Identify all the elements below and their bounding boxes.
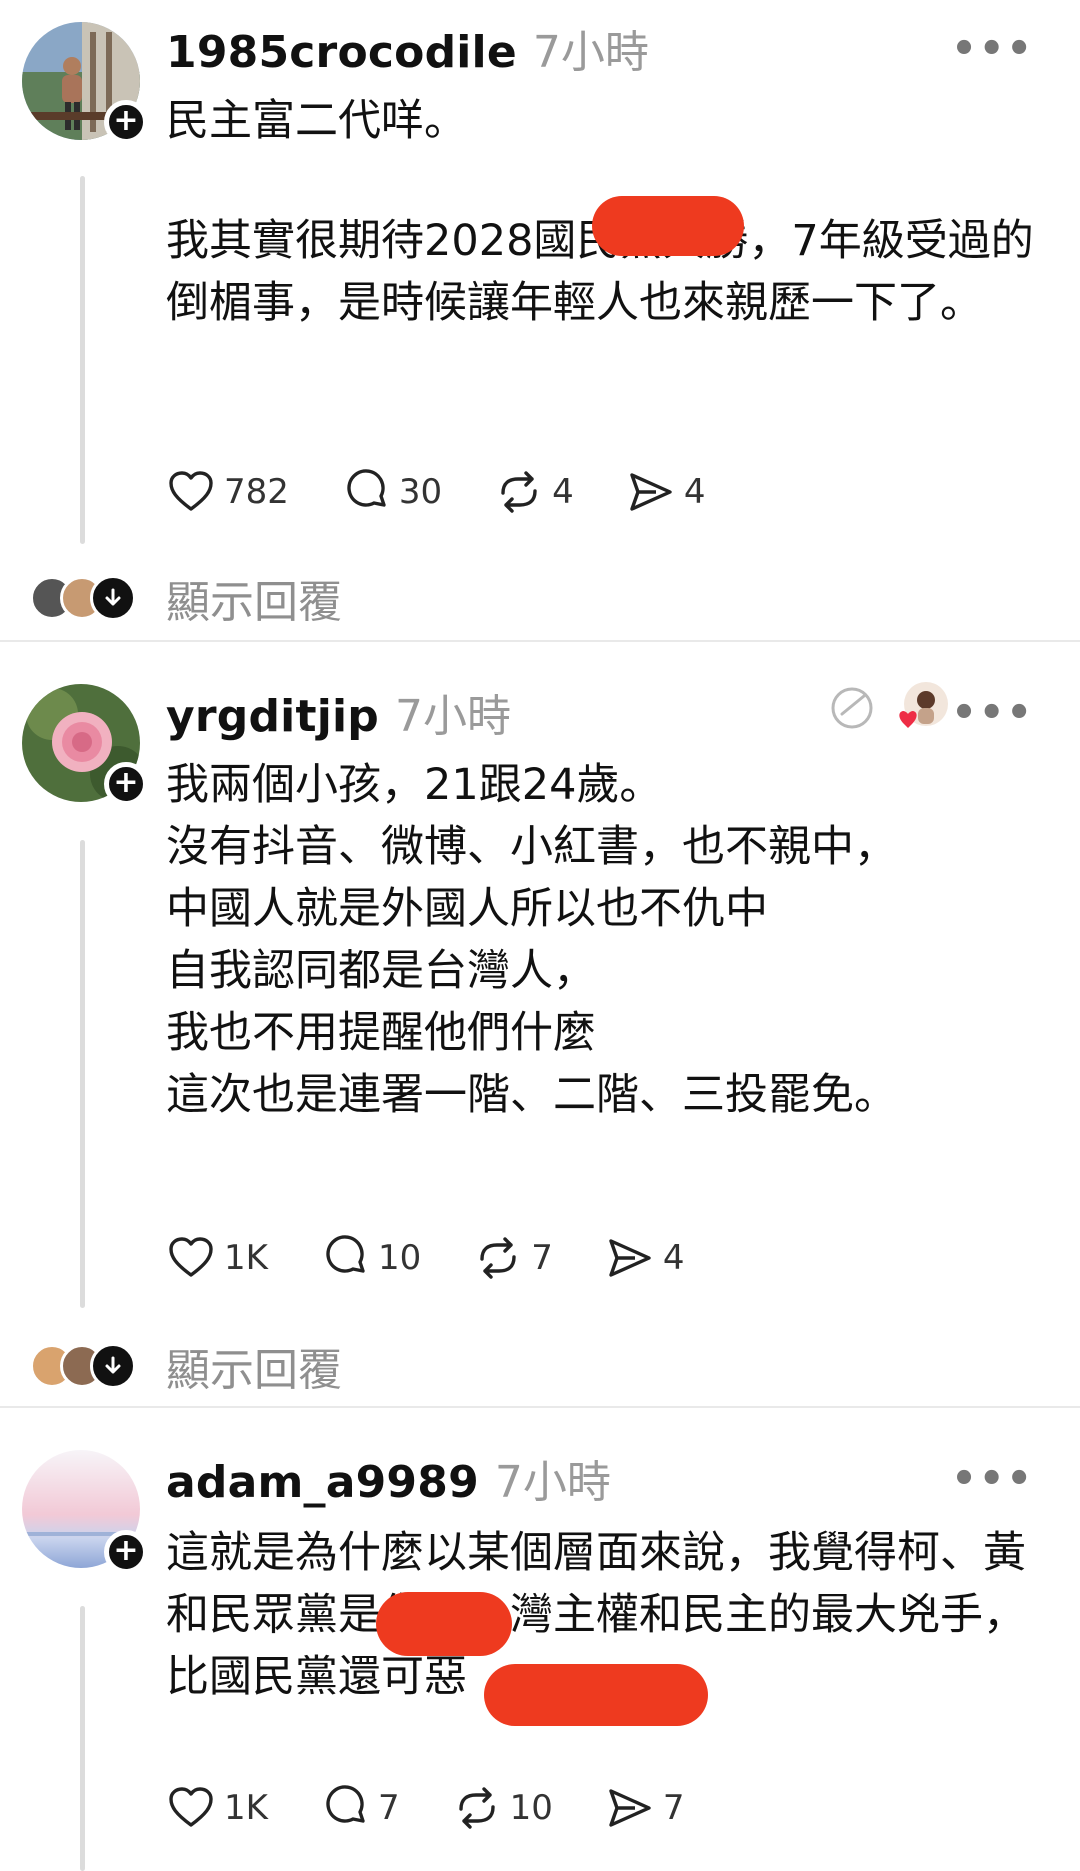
action-bar: 1K 7 10 7 [166,1778,736,1838]
liker-avatar-icon [894,680,950,740]
heart-icon [169,1787,213,1827]
share-count: 4 [683,472,706,512]
comment-count: 30 [398,472,443,512]
more-icon[interactable]: ••• [951,1456,1034,1502]
more-icon[interactable]: ••• [951,690,1034,736]
divider [0,640,1080,642]
thread-line [80,176,85,544]
show-replies-row[interactable]: 顯示回覆 [30,1334,342,1398]
comment-button[interactable]: 30 [341,467,442,517]
repost-icon [458,1787,495,1829]
share-button[interactable]: 4 [626,467,706,517]
follow-plus-icon[interactable]: + [104,762,148,806]
thread-line [80,1606,85,1871]
post-header: adam_a9989 7小時 [166,1446,611,1508]
post-line: 中國人就是外國人所以也不仇中 [166,884,768,934]
follow-plus-icon[interactable]: + [104,1530,148,1574]
action-bar: 1K 10 7 4 [166,1228,736,1288]
show-replies-row[interactable]: 顯示回覆 [30,566,342,630]
like-button[interactable]: 1K [166,1783,268,1833]
chevron-down-icon [90,575,136,621]
share-count: 4 [662,1238,685,1278]
like-button[interactable]: 782 [166,467,289,517]
redaction-mark [484,1664,708,1726]
show-replies-link[interactable]: 顯示回覆 [166,566,342,630]
share-button[interactable]: 4 [605,1233,685,1283]
post-line: 這次也是連署一階、二階、三投罷免。 [166,1070,897,1120]
more-icon[interactable]: ••• [951,26,1034,72]
repost-count: 7 [531,1238,553,1278]
post-line: 我兩個小孩，21跟24歲。 [166,760,663,810]
repost-icon [480,1237,516,1279]
share-count: 7 [662,1788,685,1828]
redaction-mark [592,196,744,256]
comment-button[interactable]: 7 [320,1783,400,1833]
like-button[interactable]: 1K [166,1233,268,1283]
heart-icon [169,1237,213,1277]
username[interactable]: yrgditjip [166,691,379,742]
comment-button[interactable]: 10 [320,1233,421,1283]
timestamp: 7小時 [394,691,511,742]
repost-button[interactable]: 7 [473,1233,553,1283]
show-replies-link[interactable]: 顯示回覆 [166,1334,342,1398]
comment-count: 7 [377,1788,400,1828]
quote-check-icon[interactable] [828,684,876,736]
post-paragraph: 民主富二代咩。 [166,96,467,146]
comment-bubble-icon [326,1785,365,1823]
repost-count: 4 [552,472,574,512]
timestamp: 7小時 [532,27,649,78]
send-icon [609,1239,651,1277]
timestamp: 7小時 [494,1457,611,1508]
post-line: 自我認同都是台灣人， [166,946,596,996]
post-header: yrgditjip 7小時 [166,680,511,742]
post-line: 我也不用提醒他們什麼 [166,1008,596,1058]
action-bar: 782 30 4 4 [166,462,757,522]
redaction-mark [376,1592,512,1656]
username[interactable]: adam_a9989 [166,1457,479,1508]
comment-count: 10 [377,1238,422,1278]
repost-button[interactable]: 10 [452,1783,553,1833]
repost-icon [501,471,537,513]
heart-icon [169,471,213,511]
comment-bubble-icon [326,1235,365,1273]
send-icon [609,1789,651,1827]
like-count: 1K [224,1788,268,1828]
send-icon [630,473,672,511]
follow-plus-icon[interactable]: + [104,100,148,144]
repost-button[interactable]: 4 [494,467,574,517]
like-count: 1K [224,1238,268,1278]
share-button[interactable]: 7 [605,1783,685,1833]
username[interactable]: 1985crocodile [166,27,517,78]
repost-count: 10 [509,1788,553,1828]
like-count: 782 [224,472,289,512]
divider [0,1406,1080,1408]
post-header: 1985crocodile 7小時 [166,16,649,78]
comment-bubble-icon [347,469,386,507]
thread-line [80,840,85,1308]
chevron-down-icon [90,1343,136,1389]
post-text: 我兩個小孩，21跟24歲。 沒有抖音、微博、小紅書，也不親中， 中國人就是外國人… [166,754,1046,1126]
post-line: 沒有抖音、微博、小紅書，也不親中， [166,822,897,872]
